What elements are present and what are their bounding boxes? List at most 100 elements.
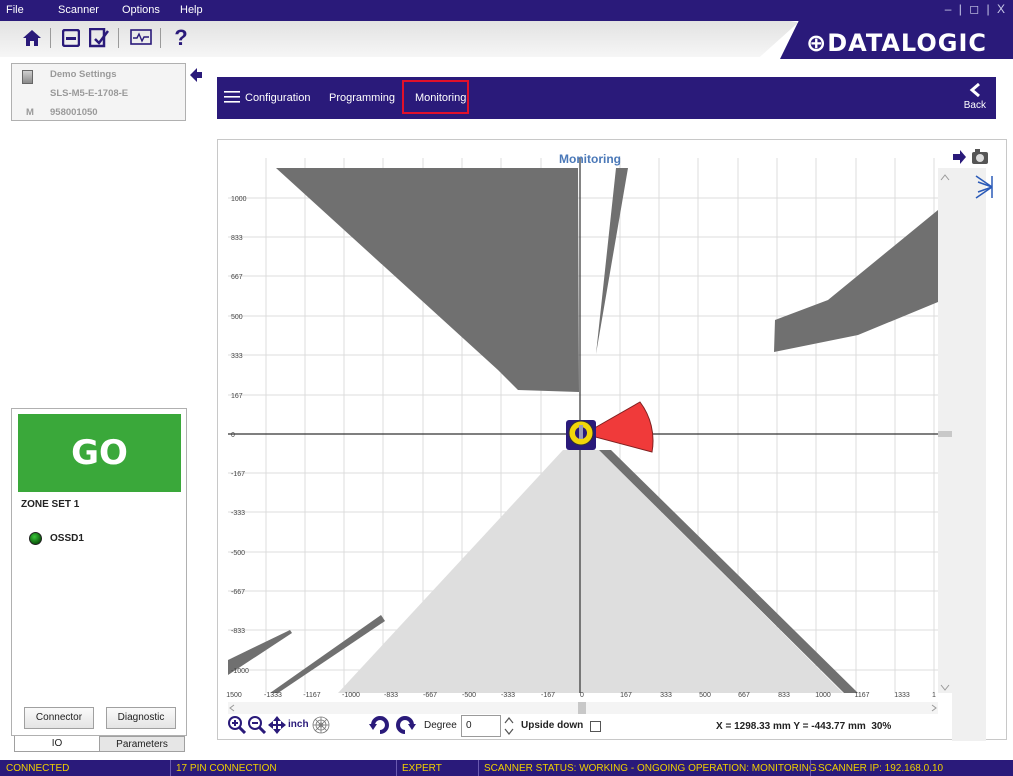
- scanner-icon: [566, 420, 596, 450]
- connector-button[interactable]: Connector: [24, 707, 94, 729]
- x-tick-label: 667: [738, 692, 750, 699]
- pan-icon[interactable]: [268, 716, 286, 737]
- upside-down-label: Upside down: [521, 720, 584, 731]
- x-tick-label: -500: [462, 692, 476, 699]
- ossd-led-icon: [29, 532, 42, 545]
- x-tick-label: 0: [580, 692, 584, 699]
- status-panel: GO ZONE SET 1 OSSD1 Connector Diagnostic: [11, 408, 187, 736]
- menu-options[interactable]: Options: [122, 4, 160, 16]
- x-tick-label: 167: [620, 692, 632, 699]
- collapse-arrow-icon[interactable]: [190, 68, 202, 85]
- y-tick-label: 500: [231, 314, 243, 321]
- x-tick-label: 1500: [226, 692, 242, 699]
- device-icon: [22, 70, 33, 84]
- y-tick-label: 833: [231, 235, 243, 242]
- tab-parameters[interactable]: Parameters: [99, 736, 185, 752]
- datalogic-logo: ⊕DATALOGIC: [806, 29, 987, 57]
- device-card[interactable]: Demo Settings SLS-M5-E-1708-E M 95800105…: [11, 63, 186, 121]
- camera-icon[interactable]: [972, 149, 988, 164]
- toolbar-separator: [118, 28, 119, 48]
- x-tick-label: 1: [932, 692, 936, 699]
- pin-connection: 17 PIN CONNECTION: [176, 763, 277, 774]
- expand-arrow-icon[interactable]: [953, 150, 966, 164]
- y-tick-label: -833: [231, 628, 245, 635]
- rotate-ccw-icon[interactable]: [369, 714, 391, 739]
- y-tick-label: 667: [231, 274, 243, 281]
- tab-configuration[interactable]: Configuration: [245, 92, 310, 104]
- y-tick-label: -1000: [231, 668, 249, 675]
- status-separator: [170, 760, 171, 776]
- zone-set-label: ZONE SET 1: [21, 499, 80, 510]
- x-tick-label: -333: [501, 692, 515, 699]
- x-tick-label: -833: [384, 692, 398, 699]
- x-tick-label: 1000: [815, 692, 831, 699]
- x-tick-label: 333: [660, 692, 672, 699]
- grid-web-icon[interactable]: [312, 716, 330, 737]
- scanner-status: SCANNER STATUS: WORKING - ONGOING OPERAT…: [484, 763, 817, 774]
- chart-title: Monitoring: [559, 152, 621, 166]
- menu-scanner[interactable]: Scanner: [58, 4, 99, 16]
- cursor-coordinates: X = 1298.33 mm Y = -443.77 mm 30%: [716, 721, 892, 732]
- y-tick-label: 167: [231, 393, 243, 400]
- toolbar-separator: [160, 28, 161, 48]
- right-toolstrip: [952, 168, 986, 741]
- y-tick-label: -333: [231, 510, 245, 517]
- toolbar-separator: [50, 28, 51, 48]
- menu-bar: File Scanner Options Help – | ◻ | X: [0, 0, 1013, 21]
- y-tick-label: 0: [231, 432, 235, 439]
- device-serial: 958001050: [50, 107, 98, 118]
- obstacle-region: [596, 168, 628, 354]
- degree-stepper[interactable]: [503, 715, 515, 737]
- scanner-ip: SCANNER IP: 192.168.0.10: [818, 763, 944, 774]
- menu-help[interactable]: Help: [180, 4, 203, 16]
- save-icon[interactable]: [58, 26, 84, 50]
- help-icon[interactable]: ?: [168, 25, 194, 50]
- x-tick-label: -1000: [342, 692, 360, 699]
- x-tick-label: -1333: [264, 692, 282, 699]
- checklist-icon[interactable]: [86, 26, 112, 50]
- connection-status: CONNECTED: [6, 763, 70, 774]
- zoom-out-icon[interactable]: [248, 716, 267, 737]
- device-prefix: M: [26, 107, 34, 118]
- home-icon[interactable]: [19, 26, 45, 50]
- protective-field: [338, 450, 843, 693]
- x-tick-label: 833: [778, 692, 790, 699]
- menu-file[interactable]: File: [6, 4, 24, 16]
- back-chevron-icon: [969, 82, 980, 98]
- tab-monitoring[interactable]: Monitoring: [415, 92, 466, 104]
- x-tick-label: 1333: [894, 692, 910, 699]
- back-button[interactable]: Back: [963, 82, 986, 111]
- degree-label: Degree: [424, 720, 457, 731]
- zoom-level: 30%: [871, 721, 892, 732]
- y-tick-label: -500: [231, 550, 245, 557]
- tab-io[interactable]: IO: [14, 736, 100, 752]
- y-tick-label: -167: [231, 471, 245, 478]
- top-nav: Configuration Programming Monitoring Bac…: [217, 77, 996, 119]
- go-indicator: GO: [18, 414, 181, 492]
- user-mode: EXPERT: [402, 763, 442, 774]
- hamburger-icon[interactable]: [224, 91, 240, 106]
- diagnostic-button[interactable]: Diagnostic: [106, 707, 176, 729]
- monitoring-panel: 1000 833 667 500 333 167 0 -167 -333 -50…: [217, 139, 1007, 741]
- degree-input[interactable]: 0: [461, 715, 501, 737]
- device-model: SLS-M5-E-1708-E: [50, 88, 129, 99]
- rotate-cw-icon[interactable]: [394, 714, 416, 739]
- status-separator: [478, 760, 479, 776]
- back-label: Back: [963, 100, 986, 111]
- x-tick-label: 1167: [854, 692, 869, 699]
- y-tick-label: -667: [231, 589, 245, 596]
- status-separator: [810, 760, 811, 776]
- unit-toggle[interactable]: inch: [288, 719, 309, 730]
- status-bar: CONNECTED 17 PIN CONNECTION EXPERT SCANN…: [0, 760, 1013, 776]
- vertical-scrollbar[interactable]: [938, 168, 952, 693]
- x-tick-label: -1167: [303, 692, 320, 699]
- status-separator: [396, 760, 397, 776]
- obstacle-region: [276, 168, 579, 392]
- upside-down-checkbox[interactable]: [590, 721, 601, 732]
- window-controls[interactable]: – | ◻ | X: [945, 2, 1007, 16]
- zoom-in-icon[interactable]: [228, 716, 247, 737]
- x-tick-label: 500: [699, 692, 711, 699]
- horizontal-scrollbar[interactable]: [228, 702, 938, 714]
- tab-programming[interactable]: Programming: [329, 92, 395, 104]
- monitor-icon[interactable]: [128, 26, 154, 50]
